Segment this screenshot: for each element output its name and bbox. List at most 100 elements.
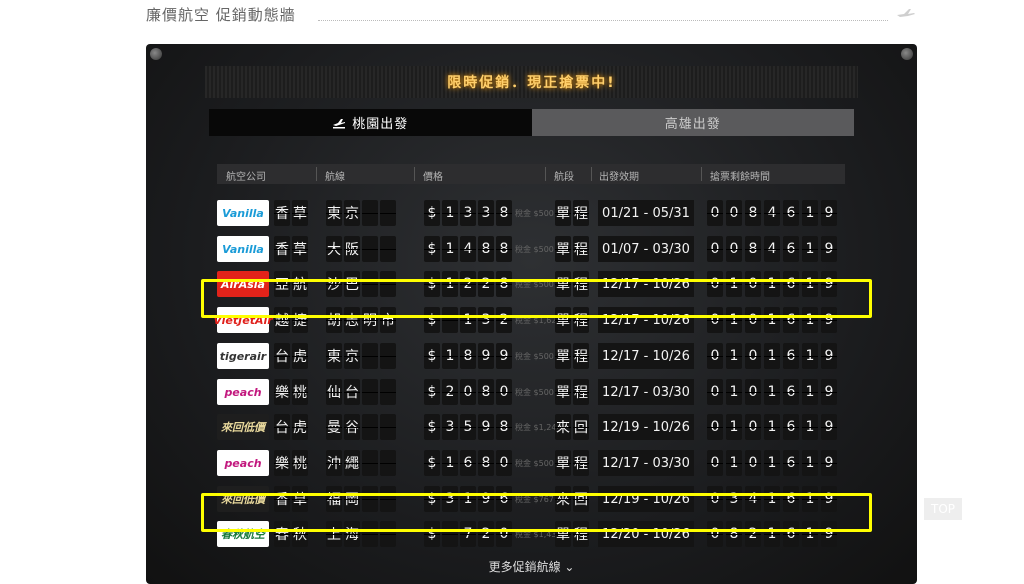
countdown-digit: 0: [707, 379, 723, 405]
route-char: [380, 343, 396, 369]
airline-logo: Vanilla: [217, 200, 269, 226]
countdown-digit: 0: [707, 450, 723, 476]
airline-char: 草: [292, 236, 308, 262]
countdown-digit: 1: [764, 450, 780, 476]
countdown-digit: 8: [745, 200, 761, 226]
airline-logo: peach: [217, 450, 269, 476]
price-char: 8: [496, 200, 512, 226]
price-char: 3: [460, 200, 476, 226]
airline-char: 桃: [292, 450, 308, 476]
countdown-digit: 1: [726, 414, 742, 440]
tab-kaohsiung[interactable]: 高雄出發: [531, 109, 854, 136]
price-char: 1: [442, 236, 458, 262]
price-char: 9: [478, 414, 494, 440]
more-routes-link[interactable]: 更多促銷航線 ⌄: [146, 558, 917, 575]
countdown-digit: 0: [745, 414, 761, 440]
departure-tabs: 桃園出發 高雄出發: [209, 109, 854, 136]
fare-row[interactable]: Vanilla 香草東京 $1 3 3 8 稅金 $500 單程 01/21 - 05/31 0 0…: [217, 200, 847, 228]
countdown-digit: 0: [745, 379, 761, 405]
bolt-icon: [150, 48, 162, 60]
price-char: 9: [496, 343, 512, 369]
highlight-box-spring: [201, 493, 872, 532]
fare-row[interactable]: peach 樂桃仙台 $2 0 8 0 稅金 $500 單程 12/17 - 03/30 0 1 0 1…: [217, 379, 847, 407]
airline-logo: 來回低價: [217, 414, 269, 440]
countdown-digit: 0: [707, 343, 723, 369]
route-char: 台: [344, 379, 360, 405]
col-price: 價格: [423, 172, 443, 183]
segment-char: 單: [555, 200, 571, 226]
route-char: 谷: [344, 414, 360, 440]
fare-row[interactable]: peach 樂桃沖繩 $1 6 8 0 稅金 $500 單程 12/17 - 03/30 0 1 0 1…: [217, 450, 847, 478]
countdown-digit: 0: [745, 450, 761, 476]
col-separator: [414, 167, 415, 181]
segment-char: 回: [573, 414, 589, 440]
col-route: 航線: [325, 172, 345, 183]
price-char: 0: [460, 379, 476, 405]
price-char: 8: [496, 414, 512, 440]
countdown-digit: 6: [783, 379, 799, 405]
route-char: 繩: [344, 450, 360, 476]
countdown-digit: 1: [802, 200, 818, 226]
price-char: $: [424, 343, 440, 369]
airline-char: 草: [292, 200, 308, 226]
segment-char: 程: [573, 236, 589, 262]
price-char: $: [424, 200, 440, 226]
countdown-digit: 1: [802, 379, 818, 405]
fare-row[interactable]: Vanilla 香草大阪 $1 4 8 8 稅金 $500 單程 01/07 - 03/30 0 0…: [217, 236, 847, 264]
airline-char: 虎: [292, 414, 308, 440]
price-char: $: [424, 379, 440, 405]
fare-row[interactable]: tigerair 台虎東京 $1 8 9 9 稅金 $500 單程 12/17 - 10/26 0…: [217, 343, 847, 371]
airline-char: 香: [274, 200, 290, 226]
headline-text: 限時促銷．現正搶票中!: [447, 75, 616, 91]
countdown-digit: 4: [764, 200, 780, 226]
route-char: [362, 200, 378, 226]
countdown-digit: 6: [783, 200, 799, 226]
airline-logo: tigerair: [217, 343, 269, 369]
route-char: 京: [344, 343, 360, 369]
countdown-digit: 6: [783, 236, 799, 262]
tax-note: 稅金 $500: [515, 209, 554, 218]
countdown-digit: 0: [745, 343, 761, 369]
route-char: 仙: [326, 379, 342, 405]
airline-logo: Vanilla: [217, 236, 269, 262]
segment-char: 程: [573, 450, 589, 476]
bolt-icon: [901, 48, 913, 60]
fare-row[interactable]: 來回低價台虎曼谷 $3 5 9 8 稅金 $1,241 來回 12/19 - 10/26 0 1 0…: [217, 414, 847, 442]
route-char: [380, 379, 396, 405]
segment-char: 單: [555, 379, 571, 405]
valid-dates: 12/17 - 10/26: [598, 343, 694, 369]
countdown-digit: 1: [802, 343, 818, 369]
countdown-digit: 0: [726, 236, 742, 262]
valid-dates: 01/21 - 05/31: [598, 200, 694, 226]
price-char: $: [424, 414, 440, 440]
countdown-digit: 0: [707, 200, 723, 226]
route-char: 東: [326, 200, 342, 226]
price-char: 8: [496, 236, 512, 262]
tab-label: 高雄出發: [664, 117, 721, 132]
countdown-digit: 0: [707, 236, 723, 262]
col-segment: 航段: [554, 172, 574, 183]
tab-taoyuan[interactable]: 桃園出發: [209, 109, 532, 136]
route-char: [362, 379, 378, 405]
airline-char: 樂: [274, 379, 290, 405]
highlight-box-vietjet: [201, 279, 872, 318]
route-char: [362, 343, 378, 369]
tax-note: 稅金 $500: [515, 245, 554, 254]
route-char: [380, 236, 396, 262]
tax-note: 稅金 $500: [515, 388, 554, 397]
countdown-digit: 1: [802, 414, 818, 440]
route-char: 沖: [326, 450, 342, 476]
segment-char: 程: [573, 379, 589, 405]
countdown-digit: 1: [764, 414, 780, 440]
route-char: [380, 414, 396, 440]
back-to-top-button[interactable]: TOP: [924, 498, 962, 520]
countdown-digit: 1: [726, 379, 742, 405]
board-headline: 限時促銷．現正搶票中!: [205, 66, 858, 98]
price-char: 1: [442, 200, 458, 226]
valid-dates: 12/17 - 03/30: [598, 379, 694, 405]
countdown-digit: 4: [764, 236, 780, 262]
airline-char: 台: [274, 414, 290, 440]
price-char: 9: [478, 343, 494, 369]
tax-note: 稅金 $500: [515, 459, 554, 468]
col-dates: 出發效期: [599, 172, 639, 183]
